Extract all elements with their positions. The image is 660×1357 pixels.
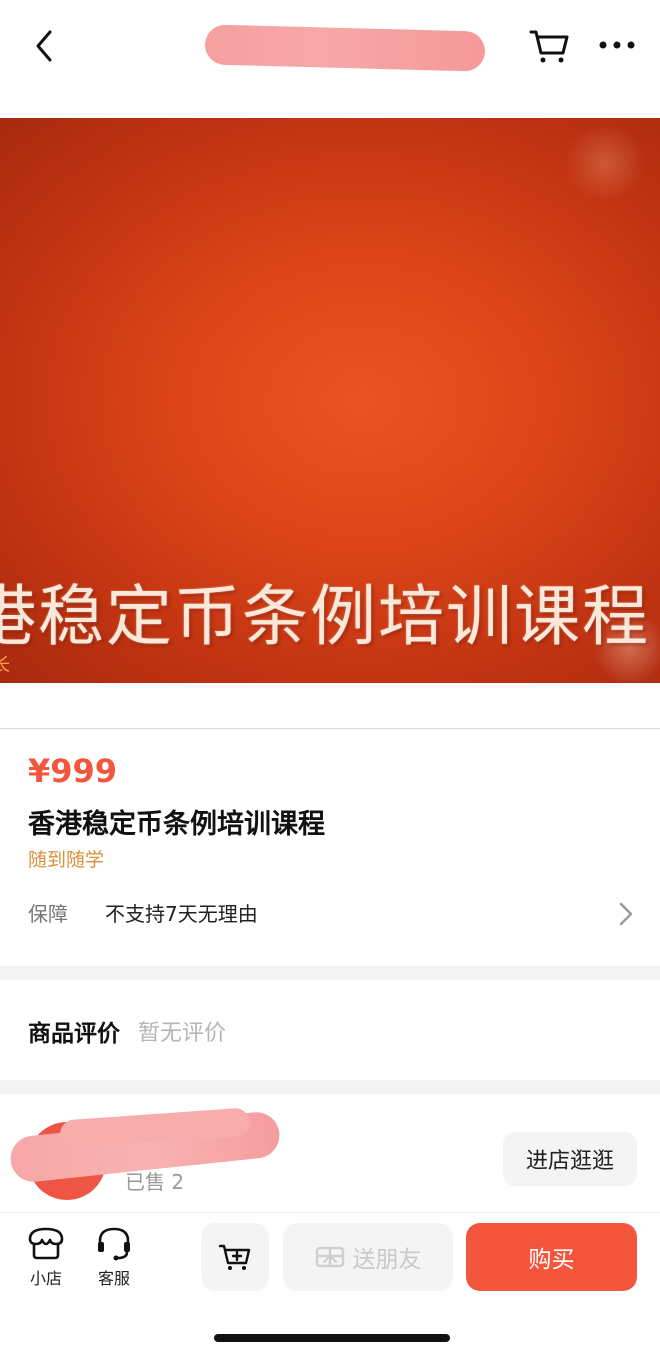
shop-icon: [28, 1227, 64, 1260]
shop-sold-count: 已售 2: [125, 1170, 185, 1194]
reviews-heading: 商品评价: [28, 1021, 120, 1047]
shop-tab[interactable]: 小店: [18, 1225, 74, 1289]
buy-button[interactable]: 购买: [466, 1223, 637, 1291]
guarantee-label: 保障: [28, 902, 68, 926]
product-tag: 随到随学: [28, 849, 105, 871]
product-banner-image[interactable]: 港稳定币条例培训课程 长 2015: [0, 118, 660, 683]
add-to-cart-button[interactable]: [201, 1223, 269, 1291]
banner-subtitle: 长: [0, 655, 10, 676]
banner-title: 港稳定币条例培训课程: [0, 578, 650, 655]
section-separator: [0, 966, 660, 980]
banner-glow: [560, 128, 650, 198]
reviews-empty-text: 暂无评价: [138, 1021, 227, 1046]
guarantee-value: 不支持7天无理由: [105, 902, 258, 926]
home-indicator: [214, 1334, 450, 1342]
back-icon[interactable]: [28, 28, 64, 64]
reviews-section[interactable]: 商品评价 暂无评价: [0, 980, 660, 1080]
gift-label: 送朋友: [352, 1247, 422, 1273]
more-icon[interactable]: [597, 33, 637, 57]
shop-card: 已售 2 进店逛逛: [0, 1094, 660, 1212]
visit-shop-button[interactable]: 进店逛逛: [503, 1132, 637, 1186]
product-title: 香港稳定币条例培训课程: [28, 809, 325, 840]
cart-icon[interactable]: [528, 26, 570, 66]
redacted-title: [204, 24, 486, 72]
shop-tab-label: 小店: [29, 1269, 62, 1288]
service-tab[interactable]: 客服: [86, 1225, 142, 1289]
section-separator: [0, 1080, 660, 1094]
chevron-right-icon: [619, 902, 633, 926]
headset-icon: [98, 1227, 130, 1261]
add-to-cart-icon: [218, 1244, 251, 1270]
service-tab-label: 客服: [97, 1269, 130, 1288]
guarantee-row[interactable]: 保障 不支持7天无理由: [0, 885, 660, 941]
gift-to-friend-button[interactable]: 送朋友: [283, 1223, 453, 1291]
divider: [0, 728, 660, 729]
gift-icon: [315, 1246, 344, 1268]
top-nav-bar: [0, 0, 660, 112]
product-price: ¥999: [28, 752, 118, 790]
